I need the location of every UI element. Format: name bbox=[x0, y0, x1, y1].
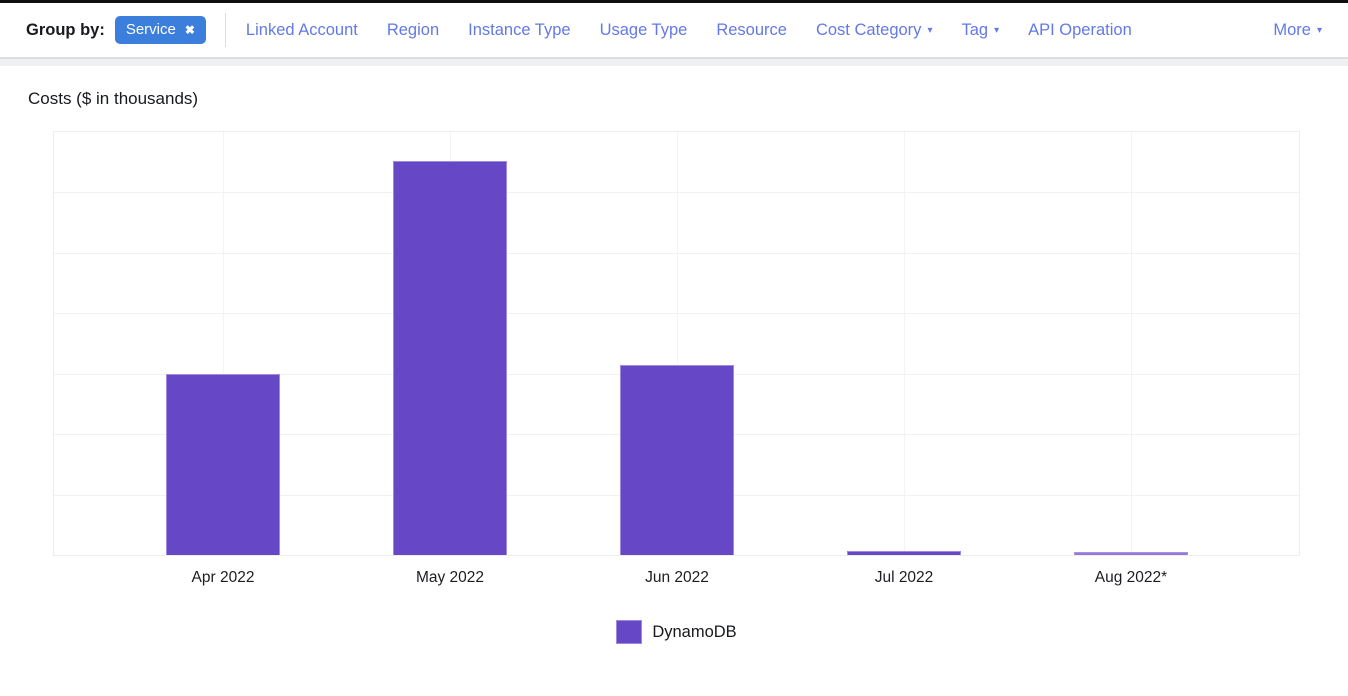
chip-label: Service bbox=[125, 21, 176, 38]
x-tick-label-may-2022: May 2022 bbox=[415, 569, 485, 586]
toolbar-link-label: Usage Type bbox=[599, 20, 688, 39]
toolbar-link-label: API Operation bbox=[1028, 20, 1132, 39]
chart-title: Costs ($ in thousands) bbox=[28, 89, 199, 108]
x-tick-label-apr-2022: Apr 2022 bbox=[191, 569, 255, 586]
bar-may-2022[interactable] bbox=[393, 161, 507, 555]
toolbar-divider bbox=[224, 13, 226, 47]
bar-apr-2022[interactable] bbox=[166, 374, 280, 555]
chart-legend: DynamoDB bbox=[53, 620, 1300, 644]
bar-jun-2022[interactable] bbox=[620, 365, 734, 555]
bar-chart-plot-area bbox=[53, 131, 1300, 556]
x-tick-label-jul-2022: Jul 2022 bbox=[874, 569, 934, 586]
group-by-links: Linked Account Region Instance Type Usage T… bbox=[246, 21, 1132, 40]
toolbar-link-label: Region bbox=[386, 20, 440, 39]
toolbar-link-tag[interactable]: Tag ▾ bbox=[961, 21, 999, 40]
toolbar-bottom-divider bbox=[0, 57, 1348, 66]
chevron-down-icon: ▾ bbox=[994, 24, 1000, 36]
more-link-label: More bbox=[1273, 20, 1311, 39]
toolbar-link-api-operation[interactable]: API Operation bbox=[1028, 21, 1132, 40]
toolbar-link-label: Resource bbox=[716, 20, 787, 39]
chevron-down-icon: ▾ bbox=[927, 24, 933, 36]
toolbar-link-label: Instance Type bbox=[468, 20, 571, 39]
toolbar-link-label: Linked Account bbox=[245, 20, 358, 39]
x-tick-label-aug-2022: Aug 2022* bbox=[1094, 569, 1168, 586]
vertical-gridline bbox=[904, 132, 905, 555]
toolbar-link-resource[interactable]: Resource bbox=[716, 21, 787, 40]
chip-remove-icon[interactable]: ✖ bbox=[185, 24, 195, 36]
toolbar-link-label: Tag bbox=[961, 20, 989, 39]
vertical-gridline bbox=[1131, 132, 1132, 555]
costs-chart: Costs ($ in thousands) Apr 2022 May 2022 J… bbox=[0, 89, 1348, 644]
toolbar-link-usage-type[interactable]: Usage Type bbox=[600, 21, 688, 40]
cost-explorer-page: Group by: Service ✖ Linked Account Region… bbox=[0, 0, 1348, 696]
chevron-down-icon: ▾ bbox=[1316, 24, 1322, 36]
group-by-toolbar: Group by: Service ✖ Linked Account Region… bbox=[0, 3, 1348, 57]
toolbar-link-more[interactable]: More ▾ bbox=[1273, 21, 1322, 40]
toolbar-link-cost-category[interactable]: Cost Category ▾ bbox=[816, 21, 933, 40]
x-tick-label-jun-2022: Jun 2022 bbox=[645, 569, 709, 586]
toolbar-link-label: Cost Category bbox=[815, 20, 922, 39]
bar-jul-2022[interactable] bbox=[847, 551, 961, 555]
toolbar-link-instance-type[interactable]: Instance Type bbox=[468, 21, 570, 40]
group-by-chip-service[interactable]: Service ✖ bbox=[114, 16, 206, 44]
bar-aug-2022[interactable] bbox=[1074, 552, 1188, 555]
legend-swatch-dynamodb bbox=[616, 620, 643, 644]
legend-label-dynamodb: DynamoDB bbox=[652, 622, 737, 641]
x-axis-labels: Apr 2022 May 2022 Jun 2022 Jul 2022 Aug 2022… bbox=[53, 569, 1300, 589]
group-by-label: Group by: bbox=[26, 20, 105, 39]
toolbar-link-region[interactable]: Region bbox=[387, 21, 439, 40]
toolbar-link-linked-account[interactable]: Linked Account bbox=[246, 21, 358, 40]
